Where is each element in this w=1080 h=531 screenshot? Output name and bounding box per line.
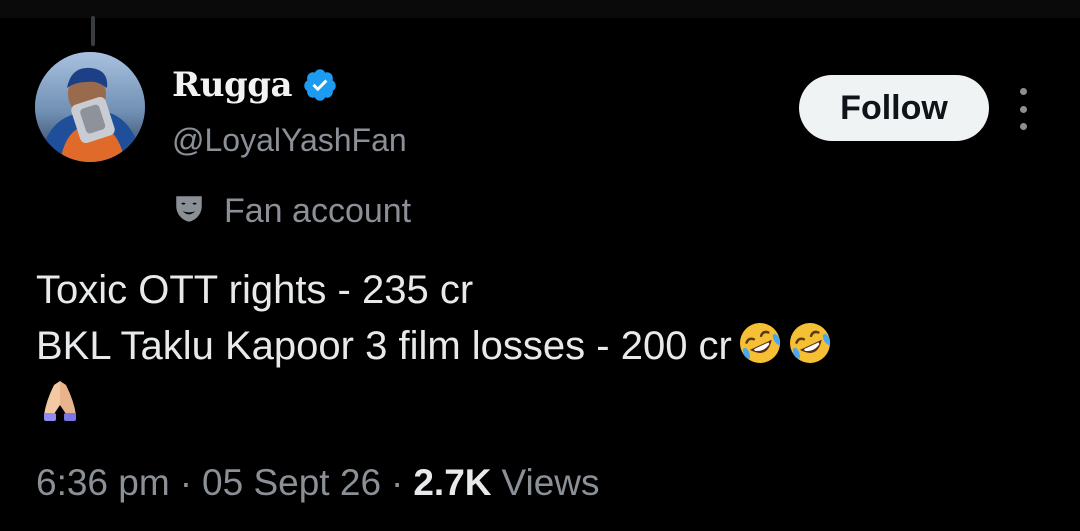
tweet-date[interactable]: 05 Sept 26 xyxy=(202,462,381,504)
meta-separator: · xyxy=(391,462,404,503)
avatar[interactable] xyxy=(35,52,145,162)
tweet-line-2-wrap: BKL Taklu Kapoor 3 film losses - 200 cr xyxy=(36,318,1046,374)
more-dot xyxy=(1019,105,1027,113)
follow-button[interactable]: Follow xyxy=(799,75,989,141)
rolling-on-floor-laughing-emoji xyxy=(789,323,830,363)
more-dot xyxy=(1019,88,1027,95)
theater-mask-icon xyxy=(172,192,206,231)
account-label: Fan account xyxy=(224,191,412,230)
tweet-time[interactable]: 6:36 pm xyxy=(36,462,170,504)
folded-hands-emoji xyxy=(44,381,76,421)
verified-badge-icon xyxy=(302,67,338,103)
tweet-text: Toxic OTT rights - 235 cr BKL Taklu Kapo… xyxy=(36,262,1046,430)
tweet-line-2: BKL Taklu Kapoor 3 film losses - 200 cr xyxy=(36,324,732,368)
account-label-row: Fan account xyxy=(172,188,411,234)
tweet-line-1: Toxic OTT rights - 235 cr xyxy=(36,268,474,312)
more-vertical-icon[interactable] xyxy=(1010,88,1036,130)
author-handle[interactable]: @LoyalYashFan xyxy=(172,122,407,159)
avatar-photo xyxy=(35,52,145,162)
thread-connector-line xyxy=(91,16,95,46)
tweet-line-3 xyxy=(36,374,1046,430)
more-dot xyxy=(1019,123,1027,130)
views-label: Views xyxy=(501,462,600,503)
views-count[interactable]: 2.7K xyxy=(413,462,491,504)
author-name-row: Rugga xyxy=(172,60,338,110)
meta-separator: · xyxy=(179,462,193,503)
top-edge xyxy=(0,0,1080,18)
tweet-meta: 6:36 pm · 05 Sept 26 · 2.7K Views xyxy=(36,462,600,504)
rolling-on-floor-laughing-emoji xyxy=(739,323,780,363)
author-display-name[interactable]: Rugga xyxy=(172,65,293,105)
